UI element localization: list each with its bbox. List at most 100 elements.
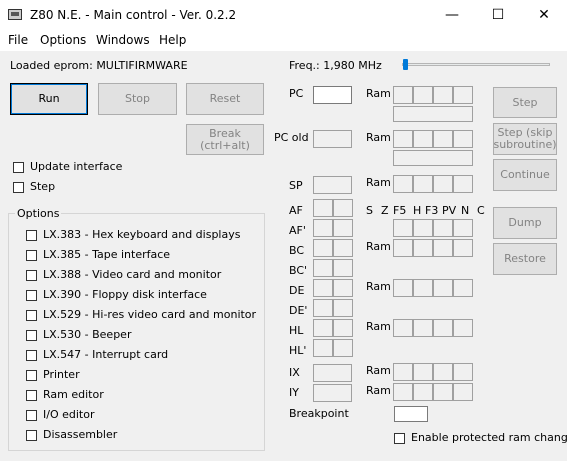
bc-alt-high-field [313,259,333,277]
ram-pc-byte [453,86,473,104]
de-low-field [333,279,353,297]
ram-label-pc: Ram [366,87,391,100]
breakpoint-field[interactable] [394,406,428,422]
app-icon [8,9,22,20]
ram-sp-byte [453,175,473,193]
ram-label-iy: Ram [366,384,391,397]
update-interface-label: Update interface [30,160,123,173]
freq-slider-thumb[interactable] [403,59,408,70]
ix-field [313,364,352,382]
flag-s: S [366,204,373,217]
pc-old-label: PC old [274,131,309,144]
ram-pc-disasm [393,106,473,122]
run-button[interactable]: Run [10,83,88,115]
bc-alt-label: BC' [289,264,308,277]
bc-high-field [313,239,333,257]
flag-f5: F5 [393,204,407,217]
step-checkbox-label: Step [30,180,56,193]
option-checkbox-io-editor[interactable] [26,410,37,421]
option-checkbox-lx390[interactable] [26,290,37,301]
menu-options[interactable]: Options [40,33,86,47]
menu-file[interactable]: File [8,33,28,47]
option-label-lx385: LX.385 - Tape interface [43,248,171,261]
option-label-lx530: LX.530 - Beeper [43,328,132,341]
ram-pc-old-byte [393,130,413,148]
ram-label-bc: Ram [366,240,391,253]
step-checkbox[interactable] [13,182,24,193]
ram-label-de: Ram [366,280,391,293]
flag-box [433,219,453,237]
option-label-lx529: LX.529 - Hi-res video card and monitor [43,308,257,321]
freq-label: Freq.: 1,980 MHz [289,59,382,72]
ram-bc-byte [453,239,473,257]
freq-slider-track[interactable] [402,63,550,66]
de-alt-high-field [313,299,333,317]
option-checkbox-lx529[interactable] [26,310,37,321]
ram-ix-byte [433,363,453,381]
af-label: AF [289,204,303,217]
af-alt-high-field [313,219,333,237]
ram-pc-old-disasm [393,150,473,166]
ram-pc-old-byte [413,130,433,148]
menu-help[interactable]: Help [159,33,186,47]
option-checkbox-lx383[interactable] [26,230,37,241]
ram-iy-byte [413,383,433,401]
ram-de-byte [393,279,413,297]
minimize-icon[interactable]: — [429,0,475,30]
step-skip-subroutine-button[interactable]: Step (skip subroutine) [493,123,557,155]
ram-de-byte [433,279,453,297]
maximize-icon[interactable]: ☐ [475,0,521,30]
sp-label: SP [289,179,303,192]
flag-c: C [477,204,485,217]
option-checkbox-lx385[interactable] [26,250,37,261]
ram-label-pc-old: Ram [366,131,391,144]
break-button[interactable]: Break (ctrl+alt) [186,124,264,155]
option-label-disassembler: Disassembler [43,428,118,441]
step-button[interactable]: Step [493,87,557,118]
hl-low-field [333,319,353,337]
pc-field[interactable] [313,86,352,104]
hl-high-field [313,319,333,337]
ram-hl-byte [413,319,433,337]
flag-n: N [461,204,470,217]
option-checkbox-ram-editor[interactable] [26,390,37,401]
stop-button[interactable]: Stop [98,83,177,115]
ram-ix-byte [413,363,433,381]
hl-alt-label: HL' [289,344,307,357]
update-interface-checkbox[interactable] [13,162,24,173]
de-high-field [313,279,333,297]
ram-sp-byte [433,175,453,193]
option-label-lx383: LX.383 - Hex keyboard and displays [43,228,241,241]
option-label-lx547: LX.547 - Interrupt card [43,348,169,361]
hl-alt-high-field [313,339,333,357]
bc-alt-low-field [333,259,353,277]
ram-de-byte [413,279,433,297]
bc-low-field [333,239,353,257]
ram-bc-byte [433,239,453,257]
flag-pv: PV [442,204,457,217]
ram-pc-byte [413,86,433,104]
option-label-printer: Printer [43,368,80,381]
reset-button[interactable]: Reset [186,83,264,115]
restore-button[interactable]: Restore [493,243,557,275]
breakpoint-label: Breakpoint [289,407,349,420]
option-checkbox-lx530[interactable] [26,330,37,341]
menu-windows[interactable]: Windows [96,33,150,47]
flag-h: H [413,204,422,217]
enable-protected-checkbox[interactable] [394,433,405,444]
af-low-field [333,199,353,217]
dump-button[interactable]: Dump [493,207,557,239]
option-checkbox-printer[interactable] [26,370,37,381]
ram-hl-byte [393,319,413,337]
ram-pc-old-byte [453,130,473,148]
flag-f3: F3 [425,204,439,217]
continue-button[interactable]: Continue [493,159,557,191]
option-checkbox-disassembler[interactable] [26,430,37,441]
option-checkbox-lx388[interactable] [26,270,37,281]
close-icon[interactable]: ✕ [521,0,567,30]
hl-label: HL [289,324,304,337]
flag-box [393,219,413,237]
option-checkbox-lx547[interactable] [26,350,37,361]
loaded-eprom-label: Loaded eprom: MULTIFIRMWARE [10,59,188,72]
de-alt-label: DE' [289,304,308,317]
